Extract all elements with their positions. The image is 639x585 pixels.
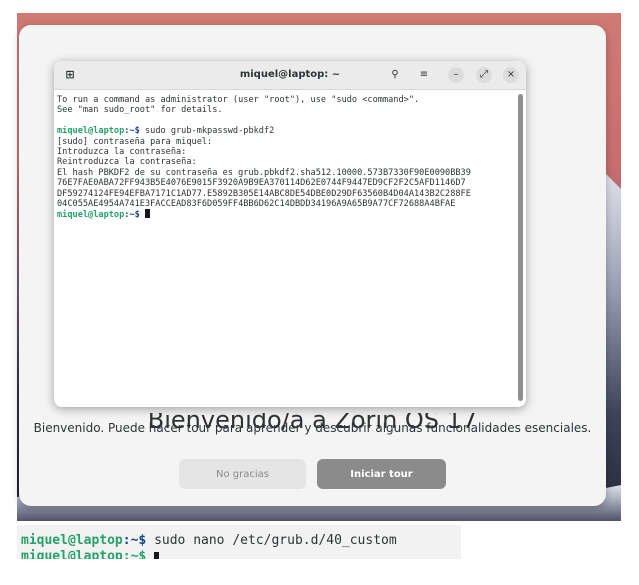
terminal-scrollbar[interactable]: [518, 94, 523, 401]
terminal-command-line: miquel@laptop:~$ sudo grub-mkpasswd-pbkd…: [57, 126, 514, 136]
terminal-window[interactable]: ⊞ miquel@laptop: ~ ⚲ ≡ – ⤢ × To run a co…: [54, 61, 526, 407]
prompt-path: :~$: [122, 533, 155, 548]
hamburger-menu-icon[interactable]: ≡: [416, 67, 432, 83]
terminal-line: See "man sudo_root" for details.: [57, 105, 223, 116]
start-tour-button[interactable]: Iniciar tour: [317, 459, 446, 489]
no-thanks-button[interactable]: No gracias: [179, 459, 306, 489]
prompt-user: miquel@laptop: [21, 533, 123, 548]
command-text: sudo nano /etc/grub.d/40_custom: [154, 533, 397, 548]
terminal-line: Introduzca la contraseña:: [57, 146, 187, 157]
search-icon[interactable]: ⚲: [387, 67, 403, 83]
maximize-icon[interactable]: ⤢: [476, 67, 492, 83]
prompt-user: miquel@laptop: [57, 126, 125, 137]
terminal-line: To run a command as administrator (user …: [57, 95, 420, 105]
text-cursor: [154, 552, 160, 559]
terminal-line: El hash PBKDF2 de su contraseña es grub.…: [57, 167, 471, 178]
welcome-subtitle: Bienvenido. Puede hacer tour para aprend…: [33, 421, 592, 435]
bottom-prompt-partial: miquel@laptop:~$: [21, 549, 155, 559]
terminal-prompt-line[interactable]: miquel@laptop:~$: [57, 209, 514, 220]
text-cursor: [144, 209, 150, 219]
bottom-command-line: miquel@laptop:~$ sudo nano /etc/grub.d/4…: [21, 533, 397, 548]
terminal-line: [sudo] contraseña para miquel:: [57, 136, 213, 147]
terminal-line: 04C055AE4954A741E3FACCEAD83F6D059FF4BB6D…: [57, 198, 456, 209]
minimize-icon[interactable]: –: [448, 67, 464, 83]
terminal-line: 76E7FAE0ABA72FF943B5E4076E9015F3920A9B9E…: [57, 178, 466, 189]
command-text: sudo grub-mkpasswd-pbkdf2: [144, 126, 275, 137]
terminal-line: DF59274124FE94EFBA7171C1AD77.E5892B305E1…: [57, 188, 471, 199]
prompt-path: :~$: [124, 126, 145, 137]
close-icon[interactable]: ×: [503, 67, 519, 83]
terminal-line: Reintroduzca la contraseña:: [57, 157, 197, 168]
prompt-path: :~$: [124, 210, 145, 220]
bottom-prompt-line: miquel@laptop:~$: [21, 549, 160, 559]
bottom-terminal-snippet: miquel@laptop:~$ sudo nano /etc/grub.d/4…: [17, 525, 461, 559]
terminal-output[interactable]: To run a command as administrator (user …: [57, 95, 514, 403]
prompt-user: miquel@laptop: [57, 210, 125, 220]
terminal-headerbar: ⊞ miquel@laptop: ~ ⚲ ≡ – ⤢ ×: [54, 61, 526, 90]
